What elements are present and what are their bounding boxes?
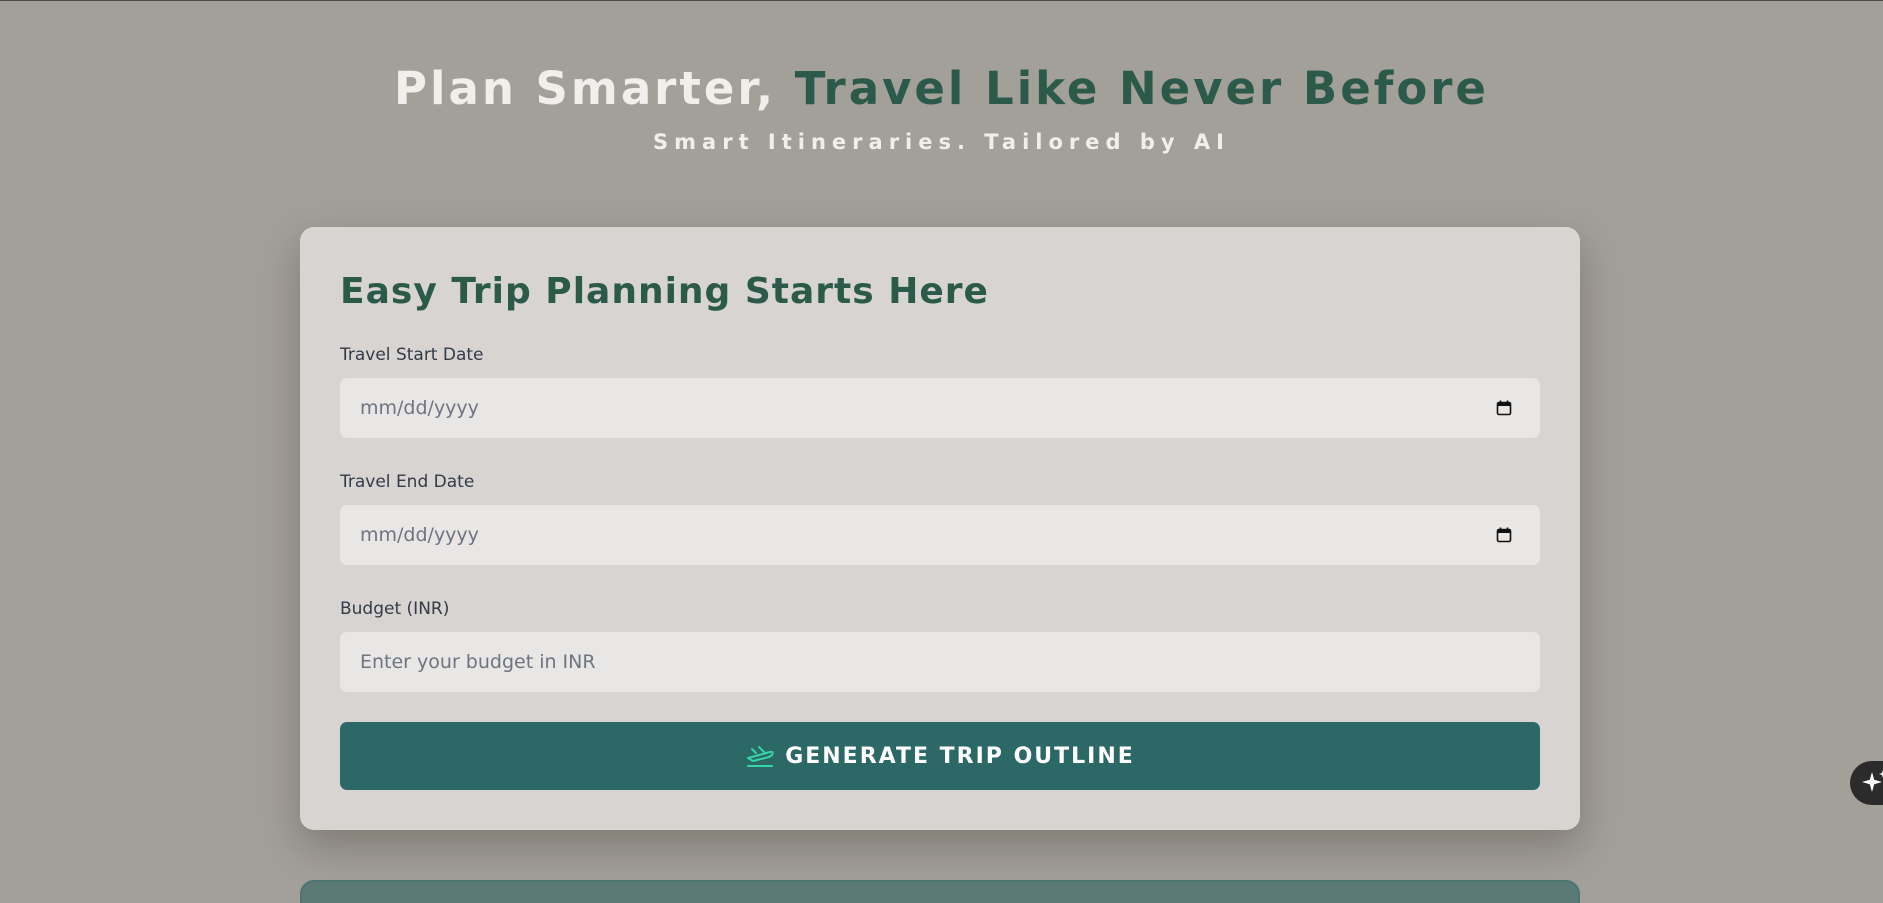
trip-planner-card: Easy Trip Planning Starts Here Travel St… bbox=[300, 227, 1580, 830]
generate-button-label: GENERATE TRIP OUTLINE bbox=[785, 743, 1135, 769]
budget-box bbox=[340, 632, 1540, 692]
hero-header: Plan Smarter, Travel Like Never Before S… bbox=[0, 61, 1883, 157]
sparkles-icon bbox=[1862, 770, 1883, 792]
hero-title-plain: Plan Smarter, bbox=[394, 62, 777, 115]
generate-trip-outline-button[interactable]: GENERATE TRIP OUTLINE bbox=[340, 722, 1540, 790]
start-date-group: Travel Start Date bbox=[340, 344, 1540, 438]
budget-group: Budget (INR) bbox=[340, 598, 1540, 692]
plane-takeoff-icon bbox=[747, 746, 774, 767]
start-date-input[interactable] bbox=[340, 378, 1540, 438]
calendar-icon[interactable] bbox=[1496, 400, 1512, 416]
results-panel bbox=[300, 880, 1580, 903]
hero-title-accent: Travel Like Never Before bbox=[794, 62, 1489, 115]
start-date-box bbox=[340, 378, 1540, 438]
end-date-label: Travel End Date bbox=[340, 472, 475, 492]
form-title: Easy Trip Planning Starts Here bbox=[340, 271, 989, 312]
hero-title: Plan Smarter, Travel Like Never Before bbox=[0, 61, 1883, 117]
end-date-group: Travel End Date bbox=[340, 471, 1540, 565]
budget-input[interactable] bbox=[340, 632, 1540, 692]
end-date-input[interactable] bbox=[340, 505, 1540, 565]
budget-label: Budget (INR) bbox=[340, 599, 450, 619]
ai-assistant-button[interactable] bbox=[1850, 761, 1883, 805]
hero-subtitle: Smart Itineraries. Tailored by AI bbox=[653, 130, 1230, 154]
end-date-box bbox=[340, 505, 1540, 565]
calendar-icon[interactable] bbox=[1496, 527, 1512, 543]
start-date-label: Travel Start Date bbox=[340, 345, 484, 365]
